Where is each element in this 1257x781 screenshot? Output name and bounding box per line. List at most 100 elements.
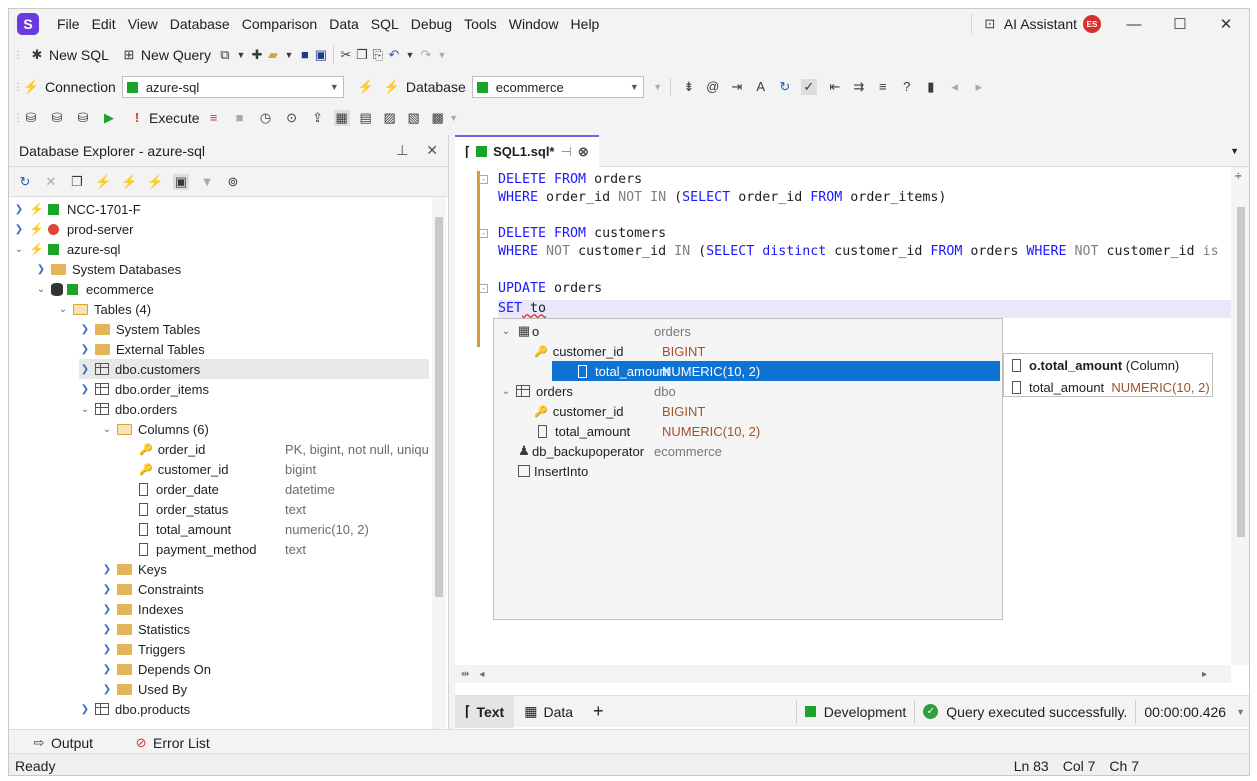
copy-icon[interactable]: ❐ [354, 47, 370, 63]
close-button[interactable]: ✕ [1203, 15, 1249, 33]
chevron-down-icon[interactable]: ⌄ [500, 386, 512, 397]
new-sql-button[interactable]: ✱ New SQL [23, 43, 115, 67]
tab-sql1[interactable]: ⌈ SQL1.sql* ⊣ ⊗ [455, 134, 599, 167]
fold-icon[interactable]: - [479, 229, 488, 238]
stop-icon[interactable]: ■ [232, 110, 248, 126]
new-query-button[interactable]: ⊞ New Query [115, 43, 217, 67]
tree-node-database[interactable]: ⌄ ecommerce [35, 279, 154, 299]
chevron-right-icon[interactable]: ❯ [79, 324, 91, 335]
open-folder-icon[interactable]: ▰ [265, 47, 281, 63]
chevron-down-icon[interactable]: ⌄ [79, 404, 91, 415]
copy-icon[interactable]: ❐ [69, 174, 85, 190]
undo-icon[interactable]: ↶ [386, 47, 402, 63]
tree-node-table[interactable]: ⌄ dbo.orders [79, 399, 177, 419]
sql-check-icon[interactable]: ✓ [800, 79, 817, 95]
diagram-icon[interactable]: ▤ [358, 110, 374, 126]
tree-node-folder[interactable]: ⌄ Tables (4) [57, 299, 151, 319]
bookmark-icon[interactable]: ▮ [923, 79, 939, 95]
outdent-icon[interactable]: ⇤ [827, 79, 843, 95]
chevron-right-icon[interactable]: ❯ [79, 384, 91, 395]
tree-node-folder[interactable]: ❯ Indexes [101, 599, 184, 619]
save-icon[interactable]: ■ [297, 47, 313, 63]
link-icon[interactable]: ⊚ [225, 174, 241, 190]
tree-node-table[interactable]: ❯ dbo.order_items [79, 379, 209, 399]
tree-node-folder[interactable]: ❯ External Tables [79, 339, 205, 359]
tree-node-folder[interactable]: ❯ Used By [101, 679, 187, 699]
menu-edit[interactable]: Edit [86, 9, 122, 39]
autocomplete-item[interactable]: 🔑 customer_id BIGINT [494, 401, 1002, 421]
scroll-left-icon[interactable]: ◂ [479, 669, 484, 680]
tree-node-column[interactable]: total_amount numeric(10, 2) [139, 519, 429, 539]
editor-vertical-scrollbar[interactable]: ÷ [1231, 167, 1249, 665]
menu-help[interactable]: Help [565, 9, 606, 39]
tree-node-folder[interactable]: ❯ Constraints [101, 579, 204, 599]
delete-icon[interactable]: ✕ [43, 174, 59, 190]
save-all-icon[interactable]: ▣ [313, 47, 329, 63]
filter-icon[interactable]: ▼ [199, 174, 215, 190]
comment-icon[interactable]: ? [899, 79, 915, 95]
chevron-right-icon[interactable]: ❯ [35, 264, 47, 275]
history-icon[interactable]: ◷ [258, 110, 274, 126]
tree-node-server[interactable]: ❯ ⚡ NCC-1701-F [13, 199, 141, 219]
chevron-right-icon[interactable]: ❯ [79, 704, 91, 715]
ai-assistant-button[interactable]: ⊡ AI Assistant ES [970, 13, 1111, 35]
tree-node-column[interactable]: order_status text [139, 499, 429, 519]
tree-node-folder[interactable]: ❯ Statistics [101, 619, 190, 639]
tree-node-table[interactable]: ❯ dbo.customers [79, 359, 429, 379]
split-icon[interactable]: ÷ [1235, 169, 1242, 183]
case-icon[interactable]: A [753, 79, 769, 95]
dropdown-icon[interactable]: ▼ [402, 47, 418, 63]
tree-node-folder[interactable]: ❯ Depends On [101, 659, 211, 679]
minimize-button[interactable]: — [1111, 16, 1157, 33]
group-icon[interactable]: ▣ [173, 173, 189, 190]
dropdown-icon[interactable]: ▼ [434, 47, 450, 63]
dropdown-icon[interactable]: ▼ [281, 47, 297, 63]
prev-bookmark-icon[interactable]: ◂ [947, 79, 963, 95]
plug-icon[interactable]: ⚡ [23, 79, 39, 95]
lines-icon[interactable]: ≡ [875, 79, 891, 95]
menu-view[interactable]: View [122, 9, 164, 39]
chevron-down-icon[interactable]: ▼ [1236, 707, 1245, 717]
format-icon[interactable]: ⇟ [681, 79, 697, 95]
tree-node-folder[interactable]: ❯ Triggers [101, 639, 185, 659]
next-bookmark-icon[interactable]: ▸ [971, 79, 987, 95]
tab-list-dropdown[interactable]: ▼ [1230, 146, 1249, 156]
chevron-down-icon[interactable]: ⌄ [57, 304, 69, 315]
increase-indent-icon[interactable]: ⇉ [851, 79, 867, 95]
indent-icon[interactable]: ⇥ [729, 79, 745, 95]
autocomplete-item[interactable]: InsertInto [494, 461, 1002, 481]
tree-node-column[interactable]: 🔑 customer_id bigint [139, 459, 429, 479]
output-tab[interactable]: ⇨ Output [25, 731, 99, 755]
tree-node-table[interactable]: ❯ dbo.products [79, 699, 190, 719]
chevron-down-icon[interactable]: ⌄ [35, 284, 47, 295]
parameter-icon[interactable]: @ [705, 79, 721, 95]
tree-node-server[interactable]: ❯ ⚡ prod-server [13, 219, 134, 239]
menu-database[interactable]: Database [164, 9, 236, 39]
chevron-right-icon[interactable]: ❯ [79, 344, 91, 355]
disconnect-icon[interactable]: ⚡ [358, 79, 374, 95]
fold-icon[interactable]: - [479, 284, 488, 293]
tree-node-column[interactable]: order_date datetime [139, 479, 429, 499]
menu-data[interactable]: Data [323, 9, 365, 39]
chevron-right-icon[interactable]: ❯ [101, 644, 113, 655]
maximize-button[interactable]: ☐ [1157, 15, 1203, 33]
autocomplete-item[interactable]: 🔑 customer_id BIGINT [494, 341, 1002, 361]
new-connection-icon[interactable]: ⚡ [384, 79, 400, 95]
pin-icon[interactable]: ⊥ [396, 142, 408, 159]
chevron-right-icon[interactable]: ❯ [101, 564, 113, 575]
export-icon[interactable]: ⇪ [310, 110, 326, 126]
menu-tools[interactable]: Tools [458, 9, 503, 39]
tree-node-folder[interactable]: ❯ Keys [101, 559, 167, 579]
table-import-icon[interactable]: ▦ [333, 110, 350, 126]
tree-node-column[interactable]: 🔑 order_id PK, bigint, not null, unique [139, 439, 429, 459]
autocomplete-item[interactable]: ♟ db_backupoperator ecommerce [494, 441, 1002, 461]
execute-button[interactable]: ! Execute [123, 106, 206, 130]
cut-icon[interactable]: ✂ [338, 47, 354, 63]
new-window-icon[interactable]: ⧉ [217, 47, 233, 63]
chevron-right-icon[interactable]: ❯ [13, 204, 25, 215]
close-tab-icon[interactable]: ⊗ [578, 144, 589, 160]
pin-icon[interactable]: ⊣ [561, 144, 572, 160]
menu-file[interactable]: File [51, 9, 86, 39]
split-h-icon[interactable]: ⇹ [461, 669, 469, 680]
autocomplete-item[interactable]: ⌄ orders dbo [494, 381, 1002, 401]
